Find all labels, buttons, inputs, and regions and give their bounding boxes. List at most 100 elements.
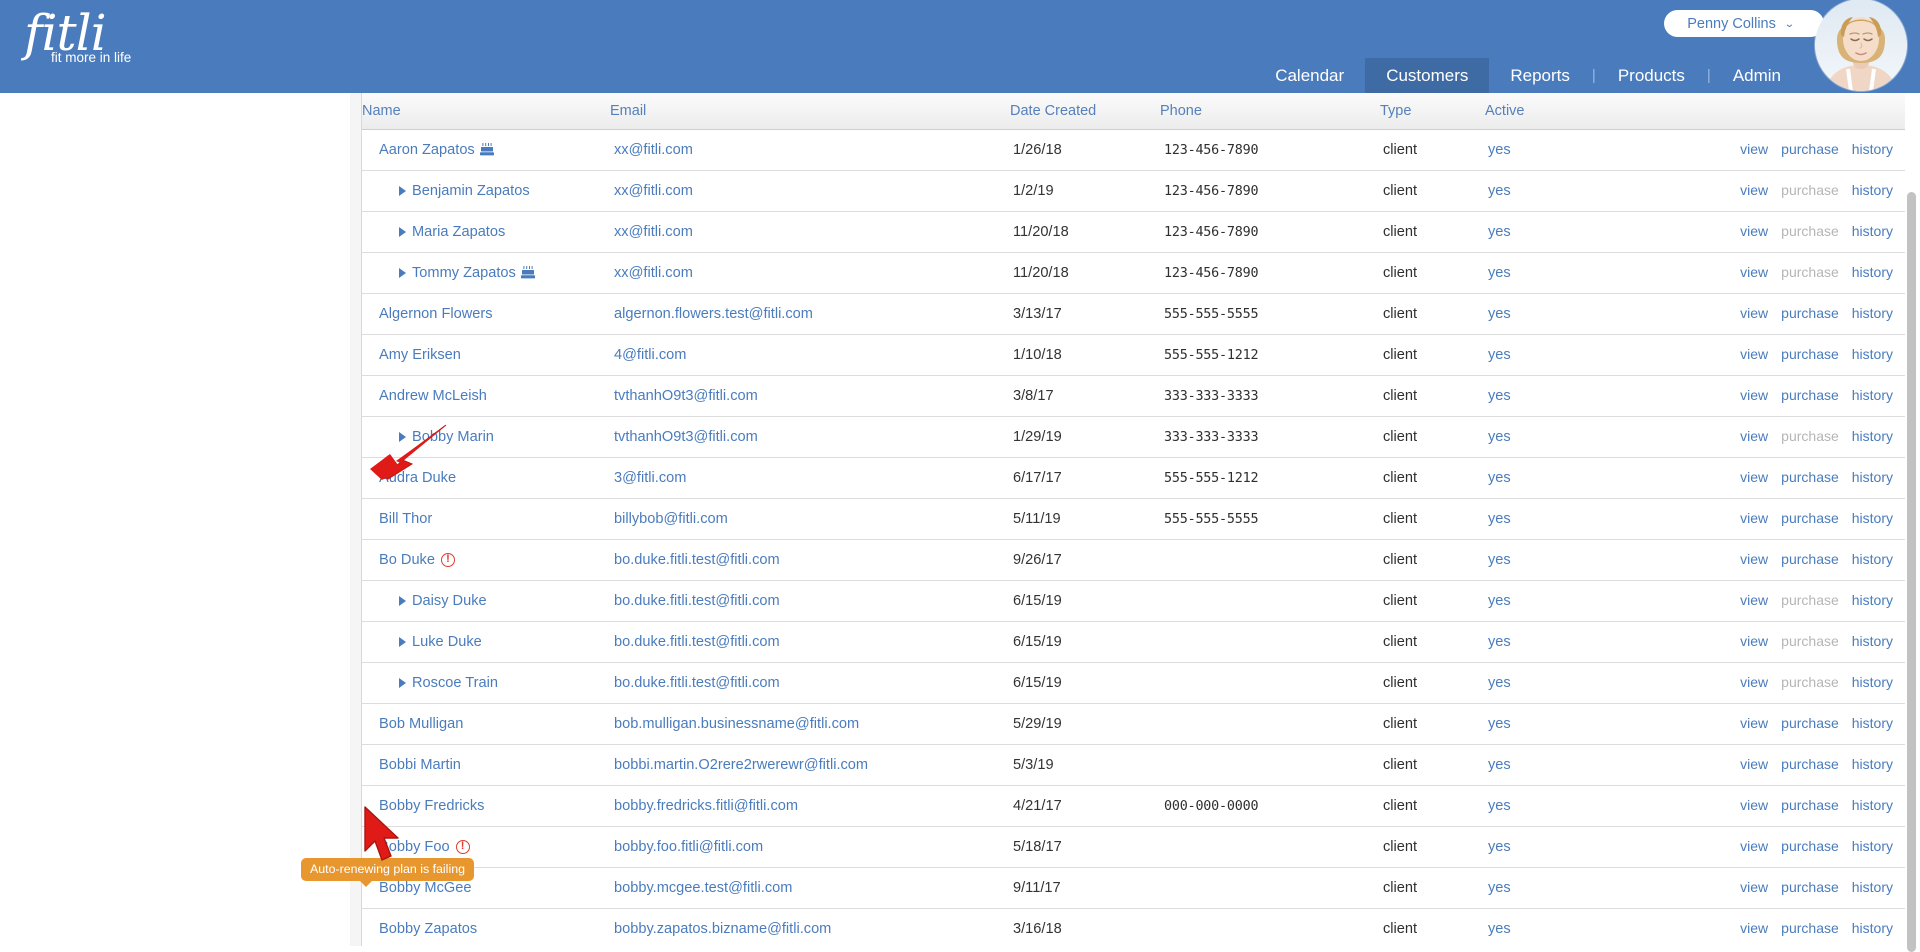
warning-alert-icon[interactable] [440, 552, 455, 567]
customer-name-link[interactable]: Bobby McGee [379, 880, 471, 896]
history-link[interactable]: history [1852, 182, 1893, 198]
expand-triangle-icon[interactable] [399, 431, 406, 442]
view-link[interactable]: view [1740, 551, 1768, 567]
column-header-name[interactable]: Name [362, 93, 610, 130]
cell-email-value[interactable]: tvthanhO9t3@fitli.com [614, 429, 758, 445]
cell-email-value[interactable]: xx@fitli.com [614, 142, 693, 158]
cell-email-value[interactable]: bobby.mcgee.test@fitli.com [614, 880, 792, 896]
cell-active-value[interactable]: yes [1488, 388, 1511, 404]
expand-triangle-icon[interactable] [399, 595, 406, 606]
customer-name-link[interactable]: Bill Thor [379, 511, 432, 527]
view-link[interactable]: view [1740, 346, 1768, 362]
cell-active-value[interactable]: yes [1488, 511, 1511, 527]
history-link[interactable]: history [1852, 305, 1893, 321]
customer-name-link[interactable]: Aaron Zapatos [379, 142, 475, 158]
history-link[interactable]: history [1852, 469, 1893, 485]
view-link[interactable]: view [1740, 510, 1768, 526]
customer-name-link[interactable]: Luke Duke [412, 634, 482, 650]
cell-email-value[interactable]: algernon.flowers.test@fitli.com [614, 306, 813, 322]
cell-email-value[interactable]: bob.mulligan.businessname@fitli.com [614, 716, 859, 732]
history-link[interactable]: history [1852, 879, 1893, 895]
view-link[interactable]: view [1740, 715, 1768, 731]
vertical-scrollbar[interactable] [1907, 192, 1916, 952]
view-link[interactable]: view [1740, 879, 1768, 895]
history-link[interactable]: history [1852, 346, 1893, 362]
view-link[interactable]: view [1740, 756, 1768, 772]
history-link[interactable]: history [1852, 838, 1893, 854]
nav-item-products[interactable]: Products [1597, 58, 1706, 93]
purchase-link[interactable]: purchase [1781, 879, 1839, 895]
cell-active-value[interactable]: yes [1488, 921, 1511, 937]
cell-active-value[interactable]: yes [1488, 552, 1511, 568]
history-link[interactable]: history [1852, 223, 1893, 239]
cell-active-value[interactable]: yes [1488, 347, 1511, 363]
cell-email-value[interactable]: 3@fitli.com [614, 470, 686, 486]
cell-email-value[interactable]: billybob@fitli.com [614, 511, 728, 527]
purchase-link[interactable]: purchase [1781, 756, 1839, 772]
customer-name-link[interactable]: Bobby Foo [379, 839, 450, 855]
cell-active-value[interactable]: yes [1488, 183, 1511, 199]
history-link[interactable]: history [1852, 592, 1893, 608]
cell-active-value[interactable]: yes [1488, 265, 1511, 281]
expand-triangle-icon[interactable] [399, 226, 406, 237]
view-link[interactable]: view [1740, 633, 1768, 649]
expand-triangle-icon[interactable] [399, 267, 406, 278]
warning-alert-icon[interactable] [455, 839, 470, 854]
cell-active-value[interactable]: yes [1488, 675, 1511, 691]
column-header-phone[interactable]: Phone [1160, 93, 1380, 130]
purchase-link[interactable]: purchase [1781, 387, 1839, 403]
purchase-link[interactable]: purchase [1781, 469, 1839, 485]
customer-name-link[interactable]: Maria Zapatos [412, 224, 505, 240]
history-link[interactable]: history [1852, 715, 1893, 731]
expand-triangle-icon[interactable] [399, 636, 406, 647]
view-link[interactable]: view [1740, 592, 1768, 608]
cell-email-value[interactable]: bobbi.martin.O2rere2rwerewr@fitli.com [614, 757, 868, 773]
cell-active-value[interactable]: yes [1488, 429, 1511, 445]
purchase-link[interactable]: purchase [1781, 141, 1839, 157]
history-link[interactable]: history [1852, 920, 1893, 936]
customer-name-link[interactable]: Andrew McLeish [379, 388, 487, 404]
cell-email-value[interactable]: bobby.zapatos.bizname@fitli.com [614, 921, 831, 937]
purchase-link[interactable]: purchase [1781, 920, 1839, 936]
column-header-email[interactable]: Email [610, 93, 1010, 130]
cell-active-value[interactable]: yes [1488, 634, 1511, 650]
customer-name-link[interactable]: Bobby Fredricks [379, 798, 484, 814]
view-link[interactable]: view [1740, 305, 1768, 321]
history-link[interactable]: history [1852, 551, 1893, 567]
cell-email-value[interactable]: tvthanhO9t3@fitli.com [614, 388, 758, 404]
view-link[interactable]: view [1740, 838, 1768, 854]
cell-email-value[interactable]: xx@fitli.com [614, 224, 693, 240]
user-menu-button[interactable]: Penny Collins ⌄ [1664, 10, 1824, 37]
cell-email-value[interactable]: bo.duke.fitli.test@fitli.com [614, 634, 780, 650]
view-link[interactable]: view [1740, 264, 1768, 280]
purchase-link[interactable]: purchase [1781, 797, 1839, 813]
view-link[interactable]: view [1740, 428, 1768, 444]
view-link[interactable]: view [1740, 223, 1768, 239]
purchase-link[interactable]: purchase [1781, 551, 1839, 567]
cell-email-value[interactable]: bo.duke.fitli.test@fitli.com [614, 593, 780, 609]
view-link[interactable]: view [1740, 920, 1768, 936]
history-link[interactable]: history [1852, 141, 1893, 157]
nav-item-admin[interactable]: Admin [1712, 58, 1802, 93]
column-header-type[interactable]: Type [1380, 93, 1485, 130]
customer-name-link[interactable]: Amy Eriksen [379, 347, 461, 363]
customer-name-link[interactable]: Algernon Flowers [379, 306, 493, 322]
history-link[interactable]: history [1852, 674, 1893, 690]
cell-email-value[interactable]: xx@fitli.com [614, 183, 693, 199]
cell-active-value[interactable]: yes [1488, 716, 1511, 732]
view-link[interactable]: view [1740, 469, 1768, 485]
history-link[interactable]: history [1852, 264, 1893, 280]
purchase-link[interactable]: purchase [1781, 838, 1839, 854]
customer-name-link[interactable]: Bobby Zapatos [379, 921, 477, 937]
customer-name-link[interactable]: Bob Mulligan [379, 716, 463, 732]
history-link[interactable]: history [1852, 428, 1893, 444]
column-header-date-created[interactable]: Date Created [1010, 93, 1160, 130]
nav-item-reports[interactable]: Reports [1489, 58, 1591, 93]
expand-triangle-icon[interactable] [399, 677, 406, 688]
customer-name-link[interactable]: Bobby Marin [412, 429, 494, 445]
purchase-link[interactable]: purchase [1781, 510, 1839, 526]
nav-item-calendar[interactable]: Calendar [1254, 58, 1365, 93]
cell-active-value[interactable]: yes [1488, 839, 1511, 855]
customer-name-link[interactable]: Roscoe Train [412, 675, 498, 691]
cell-email-value[interactable]: bobby.fredricks.fitli@fitli.com [614, 798, 798, 814]
